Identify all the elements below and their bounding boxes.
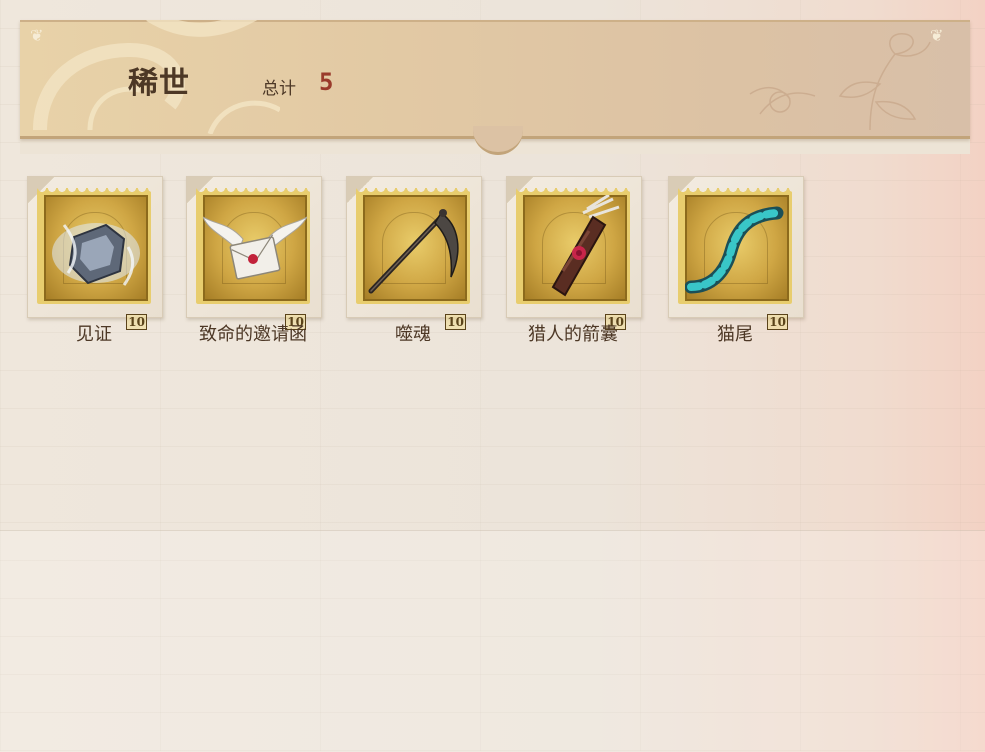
item-label: 致命的邀请函 xyxy=(199,324,307,345)
corner-flourish-icon: ❦ xyxy=(30,26,44,45)
total-count: 5 xyxy=(319,68,334,96)
item-card-cat-tail[interactable]: 10 猫尾 xyxy=(668,176,804,346)
item-card-witness[interactable]: 10 见证 xyxy=(27,176,163,346)
winged-letter-icon xyxy=(203,216,307,280)
relic-shard-icon xyxy=(52,223,140,286)
scythe-icon xyxy=(368,209,459,294)
paper-sheet xyxy=(0,530,985,752)
item-card-hunters-quiver[interactable]: 10 猎人的箭囊 xyxy=(506,176,642,346)
total-label: 总计 xyxy=(262,79,296,99)
item-card-deadly-invitation[interactable]: 10 致命的邀请函 xyxy=(186,176,322,346)
category-title: 稀世 xyxy=(128,66,190,101)
quiver-icon xyxy=(551,195,620,297)
item-label: 猎人的箭囊 xyxy=(528,324,618,345)
flower-sketch-icon xyxy=(749,33,931,130)
item-label: 见证 xyxy=(76,324,112,345)
item-label: 噬魂 xyxy=(395,324,431,345)
item-label: 猫尾 xyxy=(717,324,753,345)
item-card-soul-eater[interactable]: 10 噬魂 xyxy=(346,176,482,346)
cat-tail-icon xyxy=(685,206,784,294)
